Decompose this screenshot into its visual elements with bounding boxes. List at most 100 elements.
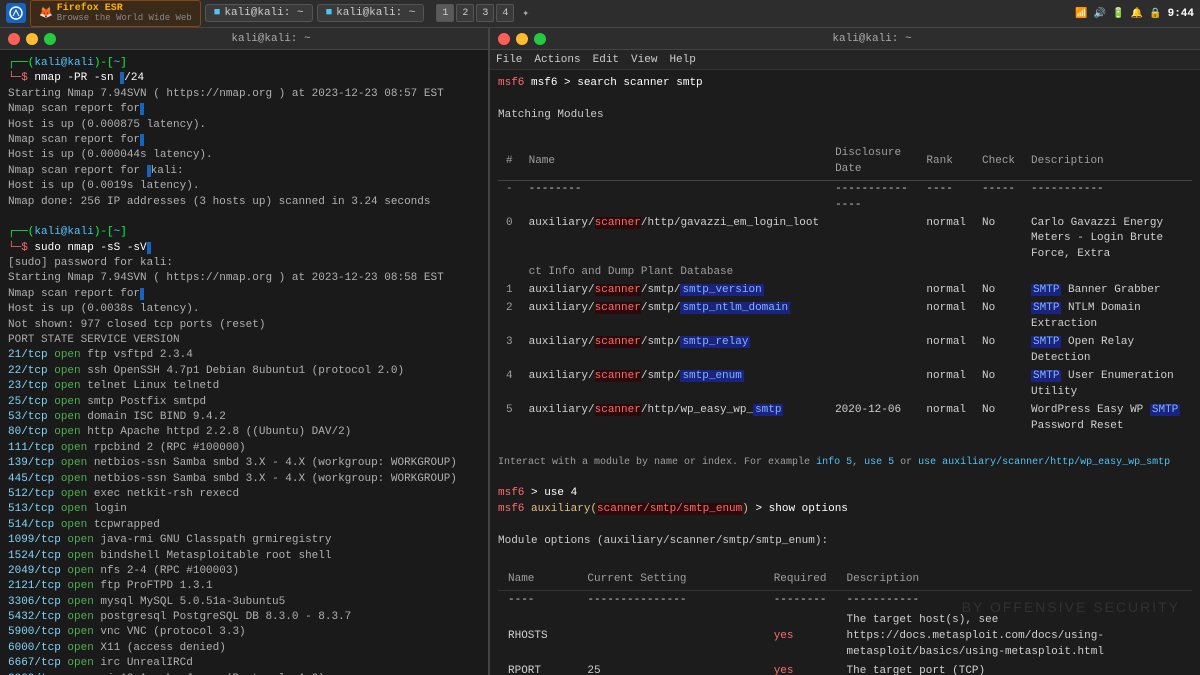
module-date-0: --------------- [827,180,918,214]
col-check: Check [974,144,1023,180]
prompt-sym-1: └─$ [8,72,28,84]
port-5432: 5432/tcp open postgresql PostgreSQL DB 8… [8,610,480,625]
prompt-1: ┌──( [8,57,34,69]
menu-file[interactable]: File [496,54,522,66]
col-num: # [498,144,521,180]
opt-col-required: Required [764,570,837,590]
prompt-user-1: kali@kali [34,57,93,69]
min-button-right[interactable] [516,33,528,45]
prompt-bracket-1: ] [120,57,127,69]
min-button-left[interactable] [26,33,38,45]
table-row: 3 auxiliary/scanner/smtp/smtp_relay norm… [498,334,1192,368]
max-button-right[interactable] [534,33,546,45]
col-desc: Description [1023,144,1192,180]
search-cmd: msf6 > search scanner smtp [531,77,703,89]
watermark: BY OFFENSIVE SECURITY [962,599,1180,615]
port-6000: 6000/tcp open X11 (access denied) [8,641,480,656]
firefox-app-button[interactable]: 🦊 Firefox ESR Browse the World Wide Web [30,0,201,27]
port-23: 23/tcp open telnet Linux telnetd [8,379,480,394]
workspace-3[interactable]: 3 [476,4,494,22]
prompt-close-1: )-[ [94,57,114,69]
taskbar-extra-icons: ✦ [522,6,529,20]
module-options-header: Module options (auxiliary/scanner/smtp/s… [498,534,1192,550]
port-2121: 2121/tcp open ftp ProFTPD 1.3.1 [8,579,480,594]
table-row: - -------- --------------- ---- ----- --… [498,180,1192,214]
interact-text: Interact with a module by name or index.… [498,456,1192,471]
port-22: 22/tcp open ssh OpenSSH 4.7p1 Debian 8ub… [8,364,480,379]
left-terminal-body[interactable]: ┌──(kali@kali)-[~] └─$ nmap -PR -sn /24 … [0,50,488,675]
workspace-1[interactable]: 1 [436,4,454,22]
port-21: 21/tcp open ftp vsftpd 2.3.4 [8,348,480,363]
network-icon: 📶 [1075,8,1087,20]
audio-icon: 🔊 [1094,8,1106,20]
sudo-password-prompt: [sudo] password for kali: [8,256,480,271]
close-button-right[interactable] [498,33,510,45]
port-139: 139/tcp open netbios-ssn Samba smbd 3.X … [8,456,480,471]
msf-menubar: File Actions Edit View Help [490,50,1200,70]
menu-actions[interactable]: Actions [534,54,580,66]
taskbar: 🦊 Firefox ESR Browse the World Wide Web … [0,0,1200,28]
nmap-cmd-2: └─$ sudo nmap -sS -sV [8,241,480,256]
firefox-subtitle: Browse the World Wide Web [57,14,192,24]
terminal-label-1: kali@kali: ~ [224,7,303,19]
terminal-icon-2: ■ [326,7,333,19]
left-terminal-titlebar: kali@kali: ~ [0,28,488,50]
workspace-2[interactable]: 2 [456,4,474,22]
search-cmd-line: msf6 msf6 > search scanner smtp [498,76,1192,92]
nmap-command-1: nmap -PR -sn /24 [34,72,144,84]
port-25: 25/tcp open smtp Postfix smtpd [8,395,480,410]
module-name-0: -------- [521,180,827,214]
opt-col-current: Current Setting [577,570,763,590]
close-button-left[interactable] [8,33,20,45]
menu-view[interactable]: View [631,54,657,66]
table-row: 2 auxiliary/scanner/smtp/smtp_ntlm_domai… [498,300,1192,334]
opt-col-name: Name [498,570,577,590]
max-button-left[interactable] [44,33,56,45]
opt-row-rport: RPORT 25 yes The target port (TCP) [498,662,1192,675]
col-name: Name [521,144,827,180]
right-msf-panel: kali@kali: ~ File Actions Edit View Help… [490,28,1200,675]
msf-titlebar: kali@kali: ~ [490,28,1200,50]
nmap-output-2-3: Host is up (0.0038s latency). [8,302,480,317]
system-time: 9:44 [1168,8,1194,20]
table-row: 1 auxiliary/scanner/smtp/smtp_version no… [498,282,1192,300]
menu-help[interactable]: Help [669,54,695,66]
taskbar-right: 📶 🔊 🔋 🔔 🔒 9:44 [1075,8,1194,20]
port-5900: 5900/tcp open vnc VNC (protocol 3.3) [8,625,480,640]
nmap-cmd-1-line: ┌──(kali@kali)-[~] [8,56,480,71]
firefox-icon: 🦊 [39,6,53,20]
port-514: 514/tcp open tcpwrapped [8,518,480,533]
nmap-output-1-8: Nmap done: 256 IP addresses (3 hosts up)… [8,195,480,210]
port-6667: 6667/tcp open irc UnrealIRCd [8,656,480,671]
use-cmd-line: msf6 > use 4 [498,486,1192,502]
terminal-icon-1: ■ [214,7,221,19]
port-1099: 1099/tcp open java-rmi GNU Classpath grm… [8,533,480,548]
msf-body[interactable]: msf6 msf6 > search scanner smtp Matching… [490,70,1200,675]
nmap-output-2-4: Not shown: 977 closed tcp ports (reset) [8,318,480,333]
workspace-4[interactable]: 4 [496,4,514,22]
menu-edit[interactable]: Edit [593,54,619,66]
msf-prompt-1: msf6 [498,77,524,89]
module-num-0: - [498,180,521,214]
port-513: 513/tcp open login [8,502,480,517]
left-terminal-title: kali@kali: ~ [62,33,480,45]
module-desc-0: ----------- [1023,180,1192,214]
modules-table: # Name Disclosure Date Rank Check Descri… [498,144,1192,436]
table-row: 0 auxiliary/scanner/http/gavazzi_em_logi… [498,215,1192,265]
nmap-output-1-5: Host is up (0.000044s latency). [8,148,480,163]
module-name-0b: auxiliary/scanner/http/gavazzi_em_login_… [521,215,827,265]
module-check-0: ----- [974,180,1023,214]
msf-title: kali@kali: ~ [552,33,1192,45]
terminal-app-2[interactable]: ■ kali@kali: ~ [317,4,425,22]
terminal-label-2: kali@kali: ~ [336,7,415,19]
nmap-output-1-3: Host is up (0.000875 latency). [8,118,480,133]
nmap-output-1-4: Nmap scan report for [8,133,480,148]
terminal-app-1[interactable]: ■ kali@kali: ~ [205,4,313,22]
opt-col-desc: Description [837,570,1192,590]
port-1524: 1524/tcp open bindshell Metasploitable r… [8,549,480,564]
module-num-0b: 0 [498,215,521,265]
nmap-output-2-1: Starting Nmap 7.94SVN ( https://nmap.org… [8,271,480,286]
table-row: 4 auxiliary/scanner/smtp/smtp_enum norma… [498,368,1192,402]
table-row: ct Info and Dump Plant Database [498,264,1192,282]
main-content: kali@kali: ~ ┌──(kali@kali)-[~] └─$ nmap… [0,28,1200,675]
